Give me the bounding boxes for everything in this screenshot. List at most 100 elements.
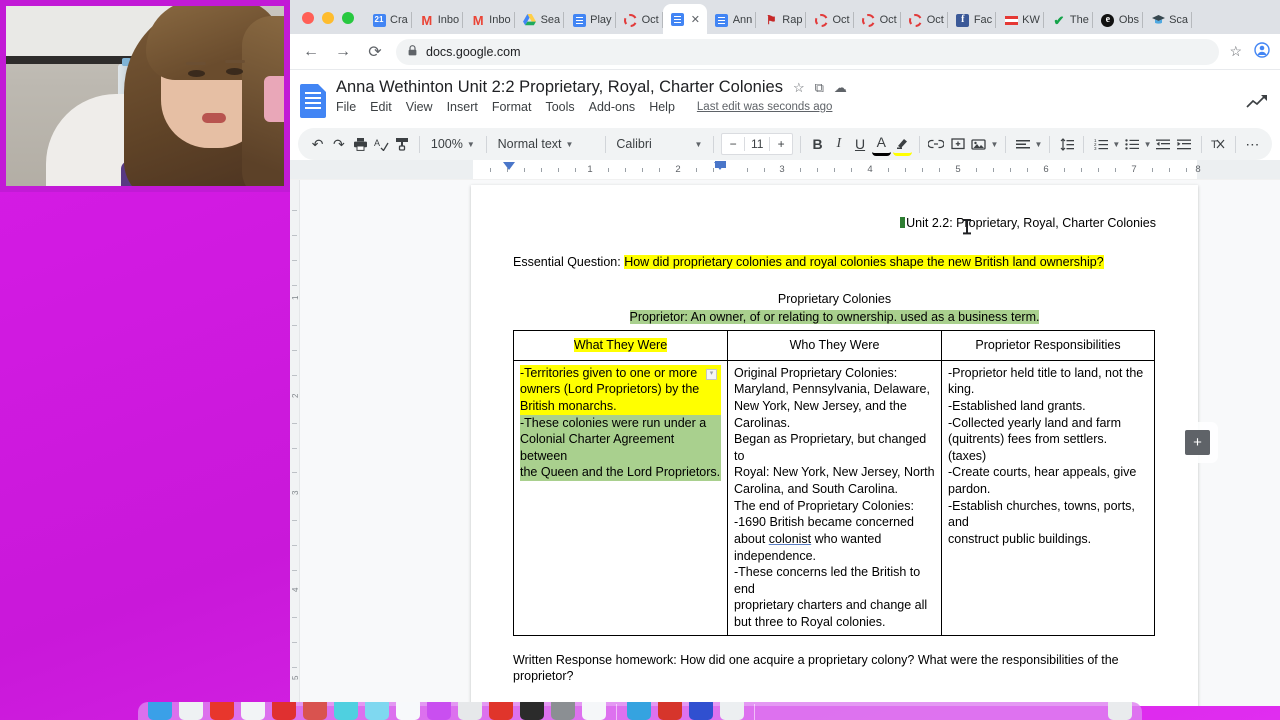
vertical-ruler[interactable]: 1 2 3 4 5	[290, 180, 300, 706]
text-color-button[interactable]: A	[871, 132, 891, 156]
document-title[interactable]: Anna Wethinton Unit 2:2 Proprietary, Roy…	[336, 78, 783, 97]
dock-icon-app-white-2[interactable]	[582, 702, 606, 720]
macos-dock[interactable]	[138, 702, 1142, 720]
bold-button[interactable]: B	[808, 132, 827, 156]
dock-icon-app-purple[interactable]	[427, 702, 451, 720]
paragraph-style-dropdown[interactable]: Normal text ▼	[494, 132, 598, 156]
font-size-stepper[interactable]: − 11 +	[721, 133, 794, 155]
dock-icon-app-blue[interactable]	[627, 702, 651, 720]
browser-tab-15[interactable]: e Obs	[1093, 6, 1144, 34]
table-cell-handle-icon[interactable]: ▾	[706, 368, 717, 380]
menu-insert[interactable]: Insert	[447, 100, 478, 114]
browser-tab-1[interactable]: M Inbo	[412, 6, 464, 34]
more-options-icon[interactable]: ⋯	[1243, 132, 1262, 156]
browser-tab-4[interactable]: Play	[564, 6, 616, 34]
minimize-window-button[interactable]	[322, 12, 334, 24]
dock-icon-app-white[interactable]	[396, 702, 420, 720]
menu-file[interactable]: File	[336, 100, 356, 114]
dock-icon-app-red[interactable]	[210, 702, 234, 720]
google-docs-logo-icon[interactable]	[300, 84, 326, 118]
align-icon[interactable]	[1013, 132, 1032, 156]
increase-indent-icon[interactable]	[1175, 132, 1194, 156]
font-family-dropdown[interactable]: Calibri ▼	[612, 132, 706, 156]
redo-icon[interactable]: ↷	[329, 132, 348, 156]
table-cell-who-they-were[interactable]: Original Proprietary Colonies: Maryland,…	[727, 359, 942, 636]
browser-tab-0[interactable]: 21 Cra	[364, 6, 412, 34]
browser-tab-2[interactable]: M Inbo	[463, 6, 515, 34]
bookmark-star-icon[interactable]: ☆	[1229, 43, 1242, 60]
colonies-table[interactable]: What They Were Who They Were Proprietor …	[513, 330, 1155, 636]
increase-font-size-button[interactable]: +	[770, 137, 792, 151]
reload-icon[interactable]: ⟳	[364, 41, 386, 63]
browser-tab-3[interactable]: Sea	[515, 6, 565, 34]
cloud-status-icon[interactable]: ☁	[834, 80, 847, 96]
dock-icon-app-darkblue[interactable]	[689, 702, 713, 720]
dock-icon-trash[interactable]	[1108, 702, 1132, 720]
webcam-video-overlay[interactable]	[0, 0, 290, 192]
browser-tab-14[interactable]: ✔ The	[1044, 6, 1093, 34]
add-comment-floating-button[interactable]: +	[1185, 430, 1210, 455]
browser-tab-8[interactable]: ⚑ Rap	[756, 6, 807, 34]
browser-tab-7[interactable]: Ann	[707, 6, 757, 34]
undo-icon[interactable]: ↶	[308, 132, 327, 156]
browser-tab-12[interactable]: f Fac	[948, 6, 997, 34]
dock-icon-app-lightblue[interactable]	[365, 702, 389, 720]
star-icon[interactable]: ☆	[793, 80, 805, 96]
chevron-down-icon[interactable]: ▼	[1034, 140, 1042, 149]
indent-box-marker[interactable]	[715, 161, 726, 168]
dock-icon-terminal[interactable]	[520, 702, 544, 720]
add-comment-icon[interactable]	[948, 132, 967, 156]
menu-add-ons[interactable]: Add-ons	[589, 100, 636, 114]
dock-icon-app-cyan[interactable]	[334, 702, 358, 720]
last-edit-status[interactable]: Last edit was seconds ago	[697, 101, 833, 113]
table-header-cell-1[interactable]: What They Were	[513, 330, 728, 361]
browser-tab-9[interactable]: Oct	[806, 6, 854, 34]
browser-tab-13[interactable]: KW	[996, 6, 1044, 34]
decrease-indent-icon[interactable]	[1153, 132, 1172, 156]
zoom-dropdown[interactable]: 100% ▼	[427, 132, 479, 156]
left-indent-marker[interactable]	[503, 162, 515, 170]
close-tab-icon[interactable]: ✕	[691, 13, 700, 26]
document-page[interactable]: Unit 2.2: Proprietary, Royal, Charter Co…	[471, 185, 1198, 706]
horizontal-ruler[interactable]: 1 2 3 4 5 6 7 8	[290, 160, 1280, 180]
numbered-list-icon[interactable]: 123	[1091, 132, 1110, 156]
underline-button[interactable]: U	[850, 132, 869, 156]
browser-tab-16[interactable]: Sca	[1143, 6, 1193, 34]
dock-icon-app-slate[interactable]	[551, 702, 575, 720]
profile-avatar[interactable]	[1254, 42, 1270, 61]
dock-icon-safari[interactable]	[241, 702, 265, 720]
dock-icon-app-red-5[interactable]	[658, 702, 682, 720]
paint-format-icon[interactable]	[393, 132, 412, 156]
insert-link-icon[interactable]	[927, 132, 946, 156]
chevron-down-icon[interactable]: ▼	[1144, 140, 1152, 149]
table-header-cell-3[interactable]: Proprietor Responsibilities	[941, 330, 1155, 361]
dock-icon-launchpad[interactable]	[179, 702, 203, 720]
highlight-color-button[interactable]	[892, 132, 913, 156]
window-traffic-lights[interactable]	[294, 12, 364, 34]
menu-edit[interactable]: Edit	[370, 100, 392, 114]
print-icon[interactable]	[350, 132, 369, 156]
italic-button[interactable]: I	[829, 132, 848, 156]
dock-icon-app-grey[interactable]	[458, 702, 482, 720]
maximize-window-button[interactable]	[342, 12, 354, 24]
document-canvas[interactable]: 1 2 3 4 5 Unit 2.2: Proprietary, Royal, …	[290, 180, 1280, 706]
bulleted-list-icon[interactable]	[1122, 132, 1141, 156]
move-to-folder-icon[interactable]: ⧉	[815, 80, 824, 96]
close-window-button[interactable]	[302, 12, 314, 24]
activity-trending-icon[interactable]	[1246, 94, 1268, 115]
browser-tab-11[interactable]: Oct	[901, 6, 948, 34]
line-spacing-icon[interactable]	[1057, 132, 1076, 156]
chevron-down-icon[interactable]: ▼	[1112, 140, 1120, 149]
dock-icon-app-red-3[interactable]	[303, 702, 327, 720]
menu-format[interactable]: Format	[492, 100, 532, 114]
forward-icon[interactable]: →	[332, 41, 354, 63]
browser-tab-5[interactable]: Oct	[616, 6, 663, 34]
dock-icon-finder[interactable]	[148, 702, 172, 720]
insert-image-icon[interactable]	[969, 132, 988, 156]
address-bar[interactable]: docs.google.com	[396, 38, 1220, 65]
table-cell-what-they-were[interactable]: ▾ -Territories given to one or more owne…	[513, 359, 728, 636]
menu-tools[interactable]: Tools	[545, 100, 574, 114]
spell-check-icon[interactable]: A	[372, 132, 391, 156]
dock-icon-app-red-4[interactable]	[489, 702, 513, 720]
menu-help[interactable]: Help	[649, 100, 675, 114]
